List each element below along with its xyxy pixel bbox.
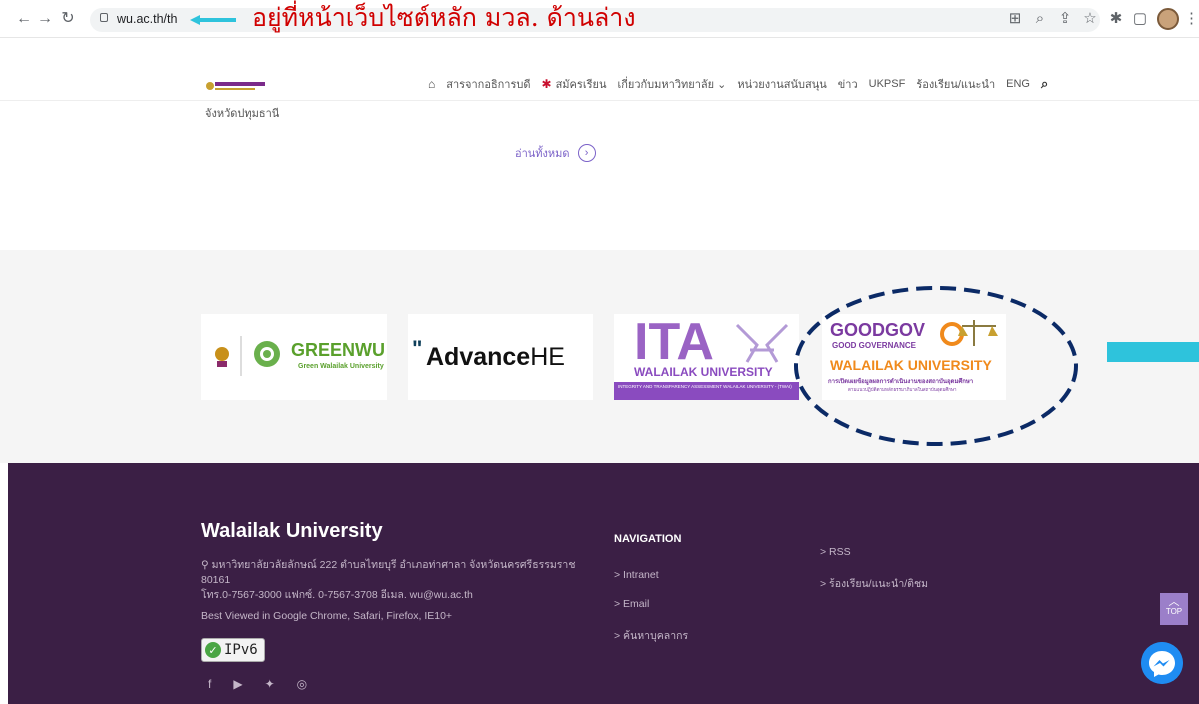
footer-title: Walailak University	[201, 520, 383, 542]
check-icon: ✓	[205, 642, 221, 658]
ita-handshake-icon	[735, 323, 789, 363]
reload-icon[interactable]: ↻	[58, 9, 78, 29]
nav-apply[interactable]: สมัครเรียน	[556, 75, 607, 93]
arrow-left-annotation-icon	[190, 15, 236, 25]
greenwu-sub: Green Walailak University	[298, 363, 384, 370]
footer-address: ⚲ มหาวิทยาลัยวลัยลักษณ์ 222 ตำบลไทยบุรี …	[201, 558, 581, 603]
nav-rector-message[interactable]: สารจากอธิการบดี	[446, 75, 530, 93]
nav-ukpsf[interactable]: UKPSF	[869, 78, 906, 90]
search-icon[interactable]: ⌕	[1041, 76, 1048, 92]
highlight-dashed-ellipse	[794, 286, 1078, 446]
footer-navigation-title: NAVIGATION	[614, 533, 682, 545]
bookmark-star-icon[interactable]: ☆	[1080, 9, 1100, 29]
footer-link-rss[interactable]: > RSS	[820, 546, 851, 558]
province-text: จังหวัดปทุมธานี	[205, 108, 280, 120]
home-icon[interactable]: ⌂	[428, 77, 435, 91]
advancehe-name2: HE	[530, 343, 565, 371]
share-icon[interactable]: ⇪	[1055, 9, 1075, 29]
ipv6-label: IPv6	[224, 642, 258, 658]
chevron-up-icon: ︿	[1168, 596, 1180, 608]
ita-banner[interactable]: ITA WALAILAK UNIVERSITY INTEGRITY AND TR…	[614, 313, 799, 400]
ita-name: ITA	[634, 313, 714, 371]
menu-kebab-icon[interactable]: ⋮	[1184, 9, 1199, 29]
footer-address-line2: โทร.0-7567-3000 แฟกซ์. 0-7567-3708 อีเมล…	[201, 589, 473, 601]
footer-address-line1: มหาวิทยาลัยวลัยลักษณ์ 222 ตำบลไทยบุรี อำ…	[201, 559, 576, 586]
back-icon[interactable]: ←	[14, 9, 34, 29]
messenger-chat-icon[interactable]	[1141, 642, 1183, 684]
ipv6-badge: ✓ IPv6	[201, 638, 265, 662]
greenwu-banner[interactable]: GREENWU Green Walailak University	[201, 314, 387, 400]
best-viewed-text: Best Viewed in Google Chrome, Safari, Fi…	[201, 610, 453, 622]
nav-complaint[interactable]: ร้องเรียน/แนะนำ	[916, 75, 995, 93]
read-all-label: อ่านทั้งหมด	[515, 148, 570, 160]
star-icon: ✱	[541, 77, 552, 91]
social-links: f ▶ ✦ ◎	[208, 677, 307, 691]
url-text[interactable]: wu.ac.th/th	[117, 12, 177, 26]
nav-eng[interactable]: ENG	[1006, 78, 1030, 90]
twitter-icon[interactable]: ✦	[265, 677, 275, 691]
footer-link-staff-search[interactable]: > ค้นหาบุคลากร	[614, 627, 688, 644]
site-footer	[8, 463, 1199, 704]
facebook-icon[interactable]: f	[208, 677, 211, 691]
nav-about[interactable]: เกี่ยวกับมหาวิทยาลัย ⌄	[617, 75, 726, 93]
carousel-next-bar[interactable]	[1107, 342, 1199, 362]
nav-support-units[interactable]: หน่วยงานสนับสนุน	[737, 75, 826, 93]
profile-avatar[interactable]	[1157, 8, 1179, 30]
ita-sub: INTEGRITY AND TRANSPARENCY ASSESSMENT WA…	[614, 382, 799, 400]
read-all-link[interactable]: อ่านทั้งหมด ›	[515, 144, 596, 162]
footer-link-complaint[interactable]: > ร้องเรียน/แนะนำ/ติชม	[820, 575, 928, 592]
youtube-icon[interactable]: ▶	[233, 677, 242, 691]
map-pin-icon: ⚲	[201, 559, 212, 571]
back-to-top-button[interactable]: ︿ TOP	[1160, 593, 1188, 625]
advancehe-mark: "	[412, 336, 423, 361]
top-label: TOP	[1165, 607, 1183, 616]
lock-icon	[100, 13, 108, 22]
greenwu-name: GREENWU	[291, 340, 385, 360]
ita-university: WALAILAK UNIVERSITY	[634, 365, 773, 379]
forward-icon[interactable]: →	[35, 9, 55, 29]
main-nav: ⌂ สารจากอธิการบดี ✱ สมัครเรียน เกี่ยวกับ…	[428, 75, 1059, 93]
walailak-logo[interactable]	[205, 78, 267, 94]
annotation-caption: อยู่ที่หน้าเว็บไซต์หลัก มวล. ด้านล่าง	[252, 3, 636, 32]
nav-news[interactable]: ข่าว	[838, 75, 858, 93]
advancehe-banner[interactable]: " AdvanceHE	[408, 314, 593, 400]
instagram-icon[interactable]: ◎	[297, 677, 307, 691]
side-panel-icon[interactable]: ▢	[1130, 9, 1150, 29]
chevron-right-icon: ›	[577, 144, 596, 162]
translate-icon[interactable]: ⊞	[1005, 9, 1025, 29]
footer-link-email[interactable]: > Email	[614, 598, 649, 610]
footer-link-intranet[interactable]: > Intranet	[614, 569, 659, 581]
extensions-icon[interactable]: ✱	[1106, 9, 1126, 29]
zoom-icon[interactable]: ⌕	[1030, 9, 1050, 29]
advancehe-name1: Advance	[426, 343, 531, 371]
